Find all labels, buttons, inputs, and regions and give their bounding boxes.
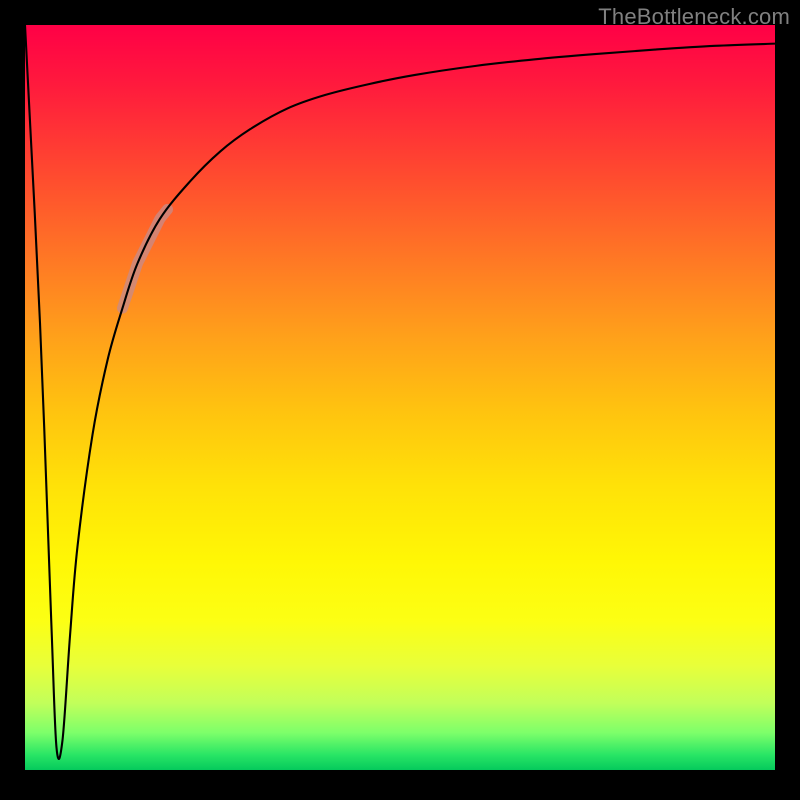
watermark-text: TheBottleneck.com (598, 4, 790, 30)
bottleneck-curve (25, 25, 775, 759)
chart-stage: TheBottleneck.com (0, 0, 800, 800)
plot-area (25, 25, 775, 770)
curve-highlight-segment (123, 209, 168, 308)
curve-svg (25, 25, 775, 770)
